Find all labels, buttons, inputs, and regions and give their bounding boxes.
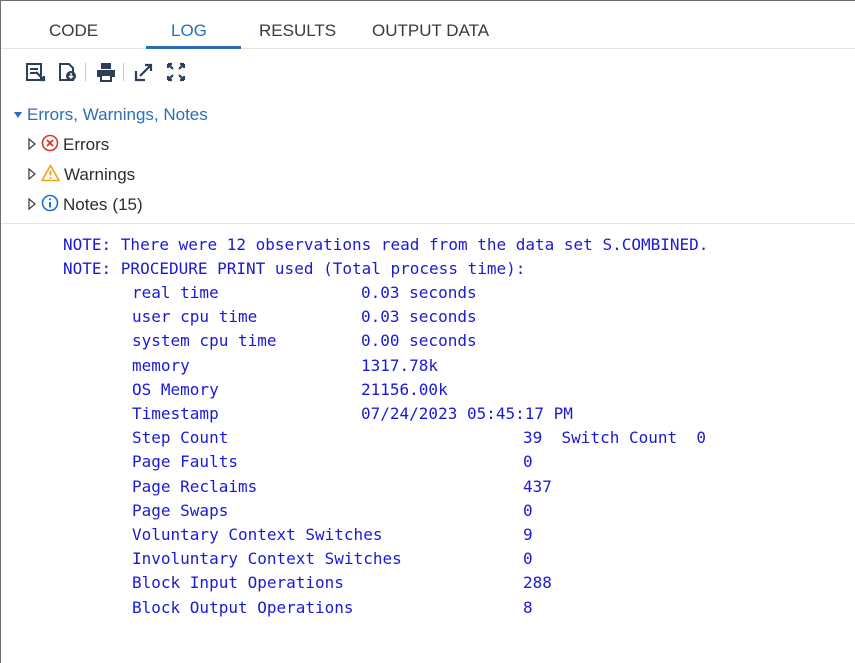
- section-label: Errors, Warnings, Notes: [27, 105, 208, 124]
- notes-label: Notes: [63, 195, 108, 214]
- log-stat-value: 39 Switch Count 0: [523, 428, 707, 448]
- log-stat-label: real time: [132, 283, 219, 302]
- log-stat-label: Timestamp: [132, 404, 219, 423]
- tab-code[interactable]: CODE: [49, 21, 98, 41]
- log-stat-value: 07/24/2023 05:45:17 PM: [361, 404, 573, 423]
- log-stat-label: Page Faults: [132, 452, 238, 472]
- log-stat-label: user cpu time: [132, 307, 258, 327]
- active-tab-indicator: [146, 46, 241, 49]
- caret-right-icon: [27, 135, 37, 155]
- tab-bar: CODE LOG RESULTS OUTPUT DATA: [1, 1, 855, 49]
- log-stat-value: 437: [523, 476, 552, 496]
- log-divider: [1, 223, 855, 224]
- log-toolbar: [25, 61, 325, 83]
- warnings-label: Warnings: [64, 165, 136, 184]
- caret-right-icon: [27, 165, 37, 185]
- tree-item-errors[interactable]: Errors: [27, 133, 109, 157]
- log-stat-label: memory: [132, 355, 190, 375]
- warning-icon: [41, 164, 60, 187]
- log-stat-label: system cpu time: [132, 331, 277, 351]
- toolbar-separator: [85, 63, 86, 81]
- log-stat-value: 0.00 seconds: [361, 331, 477, 351]
- log-stat-value: 9: [523, 525, 533, 544]
- log-stat-value: 0: [523, 452, 533, 472]
- maximize-icon[interactable]: [165, 61, 187, 83]
- log-stat-label: Block Output Operations: [132, 597, 354, 617]
- log-stat-value: 0.03 seconds: [361, 283, 477, 302]
- download-log-icon[interactable]: [57, 61, 79, 83]
- log-stat-value: 288: [523, 573, 552, 593]
- log-stat-label: OS Memory: [132, 379, 219, 399]
- log-stat-label: Page Swaps: [132, 500, 229, 520]
- open-in-new-window-icon[interactable]: [133, 61, 155, 83]
- log-stat-value: 0: [523, 549, 533, 569]
- log-panel: CODE LOG RESULTS OUTPUT DATA Errors, War…: [0, 0, 855, 663]
- print-icon[interactable]: [95, 61, 117, 83]
- log-note-line: NOTE: PROCEDURE PRINT used (Total proces…: [63, 259, 526, 278]
- tab-log[interactable]: LOG: [171, 21, 207, 41]
- log-note-line: NOTE: There were 12 observations read fr…: [63, 235, 709, 254]
- log-stat-label: Page Reclaims: [132, 476, 258, 496]
- log-output: NOTE: There were 12 observations read fr…: [1, 231, 855, 651]
- tree-item-notes[interactable]: Notes (15): [27, 193, 143, 217]
- tree-item-warnings[interactable]: Warnings: [27, 163, 135, 187]
- log-stat-label: Block Input Operations: [132, 573, 344, 593]
- log-stat-label: Voluntary Context Switches: [132, 525, 383, 544]
- log-stat-label: Involuntary Context Switches: [132, 549, 402, 569]
- log-stat-value: 0.03 seconds: [361, 307, 477, 327]
- errors-label: Errors: [63, 135, 110, 154]
- toolbar-separator: [123, 63, 124, 81]
- save-log-icon[interactable]: [25, 61, 47, 83]
- tab-output-data[interactable]: OUTPUT DATA: [372, 21, 489, 41]
- log-stat-value: 0: [523, 500, 533, 520]
- info-icon: [41, 194, 59, 217]
- error-icon: [41, 134, 59, 157]
- caret-right-icon: [27, 195, 37, 215]
- section-errors-warnings-notes[interactable]: Errors, Warnings, Notes: [13, 103, 208, 127]
- caret-down-icon: [13, 105, 23, 125]
- notes-count: (15): [112, 195, 143, 214]
- log-stat-value: 1317.78k: [361, 355, 439, 375]
- log-stat-label: Step Count: [132, 428, 229, 448]
- log-stat-value: 21156.00k: [361, 379, 448, 399]
- log-stat-value: 8: [523, 597, 533, 617]
- tab-results[interactable]: RESULTS: [259, 21, 336, 41]
